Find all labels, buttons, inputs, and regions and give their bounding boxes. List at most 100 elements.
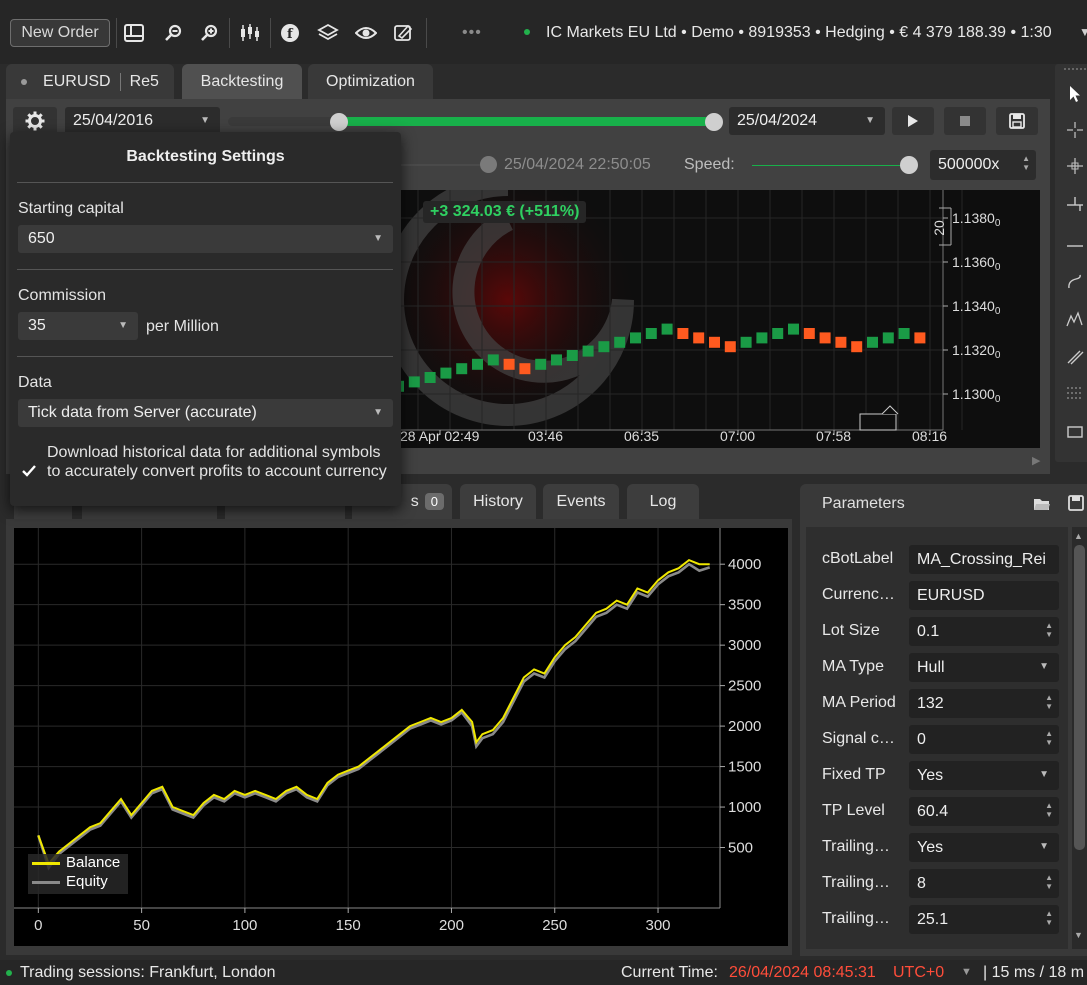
account-info[interactable]: IC Markets EU Ltd • Demo • 8919353 • Hed… <box>546 24 1052 42</box>
spinner-icon[interactable]: ▲ ▼ <box>1045 873 1053 891</box>
zoom-in-icon[interactable] <box>196 19 224 47</box>
spinner-icon[interactable]: ▲ ▼ <box>1045 621 1053 639</box>
drag-handle[interactable] <box>1064 68 1086 74</box>
param-spin-input[interactable]: 132 ▲ ▼ <box>909 689 1059 718</box>
save-button[interactable] <box>996 107 1038 135</box>
fibonacci-icon[interactable] <box>1062 380 1087 408</box>
range-start-handle[interactable] <box>330 113 348 131</box>
spinner-icon[interactable]: ▲ ▼ <box>1045 801 1053 819</box>
equity-chart[interactable]: 4000 3500 3000 2500 2000 1500 1000 500 0 50 100 15… <box>14 528 788 946</box>
scroll-down-icon[interactable]: ▼ <box>1074 930 1083 940</box>
param-label: cBotLabel <box>822 550 894 567</box>
pencil-icon[interactable] <box>1062 268 1087 296</box>
spinner-icon[interactable]: ▲ ▼ <box>1045 729 1053 747</box>
param-value: Yes <box>917 766 944 784</box>
param-select-input[interactable]: Yes ▼ <box>909 833 1059 862</box>
more-icon[interactable]: ••• <box>462 24 482 42</box>
renko-brick-up <box>756 332 768 344</box>
scroll-right-icon[interactable]: ▶ <box>1032 454 1040 467</box>
layout-icon[interactable] <box>120 19 148 47</box>
spinner-icon[interactable]: ▲ ▼ <box>1022 154 1030 172</box>
start-date-select[interactable]: 25/04/2016 ▼ <box>65 107 220 135</box>
visual-progress-handle[interactable] <box>480 156 497 173</box>
param-value: 0 <box>917 730 926 748</box>
equity-x-label: 250 <box>542 917 567 934</box>
renko-brick-up <box>772 328 784 339</box>
speed-input[interactable]: 500000x ▲ ▼ <box>930 150 1036 180</box>
commission-input[interactable]: 35 ▼ <box>18 312 138 340</box>
param-spin-input[interactable]: 25.1 ▲ ▼ <box>909 905 1059 934</box>
commission-unit: per Million <box>146 318 219 335</box>
param-label: Lot Size <box>822 622 880 639</box>
starting-capital-value: 650 <box>28 230 55 247</box>
param-select-input[interactable]: Hull ▼ <box>909 653 1059 682</box>
tab-events[interactable]: Events <box>543 484 619 519</box>
tab-symbol[interactable]: EURUSD Re5 <box>6 64 174 99</box>
renko-brick-down <box>677 328 689 339</box>
renko-brick-up <box>898 328 910 339</box>
timezone-select[interactable]: UTC+0 <box>893 964 944 982</box>
time-axis-label: 07:58 <box>816 428 851 444</box>
param-value: 0.1 <box>917 622 940 640</box>
starting-capital-input[interactable]: 650 ▼ <box>18 225 393 253</box>
tab-backtesting[interactable]: Backtesting <box>182 64 302 99</box>
time-scroll-marker[interactable] <box>859 413 897 431</box>
scroll-up-icon[interactable]: ▲ <box>1074 531 1083 541</box>
speed-value: 500000x <box>938 156 1000 173</box>
param-spin-input[interactable]: 8 ▲ ▼ <box>909 869 1059 898</box>
open-folder-icon[interactable] <box>1033 496 1051 516</box>
download-history-checkbox[interactable] <box>18 460 40 482</box>
end-date-select[interactable]: 25/04/2024 ▼ <box>729 107 885 135</box>
line-tool-icon[interactable] <box>1062 232 1087 260</box>
functions-icon[interactable]: f <box>276 19 304 47</box>
param-select-input[interactable]: Yes ▼ <box>909 761 1059 790</box>
param-spin-input[interactable]: 60.4 ▲ ▼ <box>909 797 1059 826</box>
data-source-select[interactable]: Tick data from Server (accurate) ▼ <box>18 399 393 427</box>
spinner-icon[interactable]: ▲ ▼ <box>1045 693 1053 711</box>
param-text-input[interactable]: EURUSD <box>909 581 1059 610</box>
horizontal-line-icon[interactable] <box>1062 190 1087 218</box>
rectangle-icon[interactable] <box>1062 418 1087 446</box>
cursor-icon[interactable] <box>1062 80 1087 108</box>
chevron-down-icon: ▼ <box>1039 769 1049 780</box>
tab-robot-label: Re5 <box>129 72 159 90</box>
elliott-wave-icon[interactable] <box>1062 306 1087 334</box>
latency-display: | 15 ms / 18 m <box>983 964 1085 981</box>
price-chart[interactable]: 1.13800 1.13600 1.13400 1.13200 1.13000 28 A… <box>398 190 1040 448</box>
chevron-down-icon: ▼ <box>373 233 383 244</box>
chevron-down-icon: ▼ <box>200 115 210 126</box>
parameters-scroll-thumb[interactable] <box>1074 545 1085 850</box>
layers-icon[interactable] <box>314 19 342 47</box>
renko-brick-up <box>661 323 673 335</box>
speed-slider[interactable] <box>752 165 902 166</box>
save-params-icon[interactable] <box>1068 495 1084 515</box>
account-dropdown-icon[interactable]: ▼ <box>1079 25 1087 39</box>
trading-sessions: Trading sessions: Frankfurt, London <box>20 964 276 981</box>
new-order-button[interactable]: New Order <box>10 19 110 47</box>
spinner-icon[interactable]: ▲ ▼ <box>1045 909 1053 927</box>
play-button[interactable] <box>892 107 934 135</box>
crosshair-precise-icon[interactable] <box>1062 152 1087 180</box>
tab-history[interactable]: History <box>460 484 536 519</box>
stop-button[interactable] <box>944 107 986 135</box>
candlestick-icon[interactable] <box>236 19 264 47</box>
param-spin-input[interactable]: 0.1 ▲ ▼ <box>909 617 1059 646</box>
tab-optimization[interactable]: Optimization <box>308 64 433 99</box>
chevron-down-icon[interactable]: ▼ <box>961 966 972 978</box>
param-text-input[interactable]: MA_Crossing_Rei <box>909 545 1059 574</box>
speed-slider-handle[interactable] <box>900 156 918 174</box>
range-end-handle[interactable] <box>705 113 723 131</box>
edit-settings-icon[interactable] <box>390 19 418 47</box>
renko-brick-up <box>630 332 641 344</box>
zoom-out-icon[interactable] <box>160 19 188 47</box>
download-history-label[interactable]: Download historical data for additional … <box>47 443 397 481</box>
commission-label: Commission <box>18 287 107 304</box>
param-label: Trailing… <box>822 910 890 927</box>
tab-log[interactable]: Log <box>627 484 699 519</box>
trend-channel-icon[interactable] <box>1062 342 1087 370</box>
eye-icon[interactable] <box>352 19 380 47</box>
param-value: MA_Crossing_Rei <box>917 550 1046 568</box>
settings-gear-button[interactable] <box>13 107 57 135</box>
param-spin-input[interactable]: 0 ▲ ▼ <box>909 725 1059 754</box>
crosshair-icon[interactable] <box>1062 116 1087 144</box>
